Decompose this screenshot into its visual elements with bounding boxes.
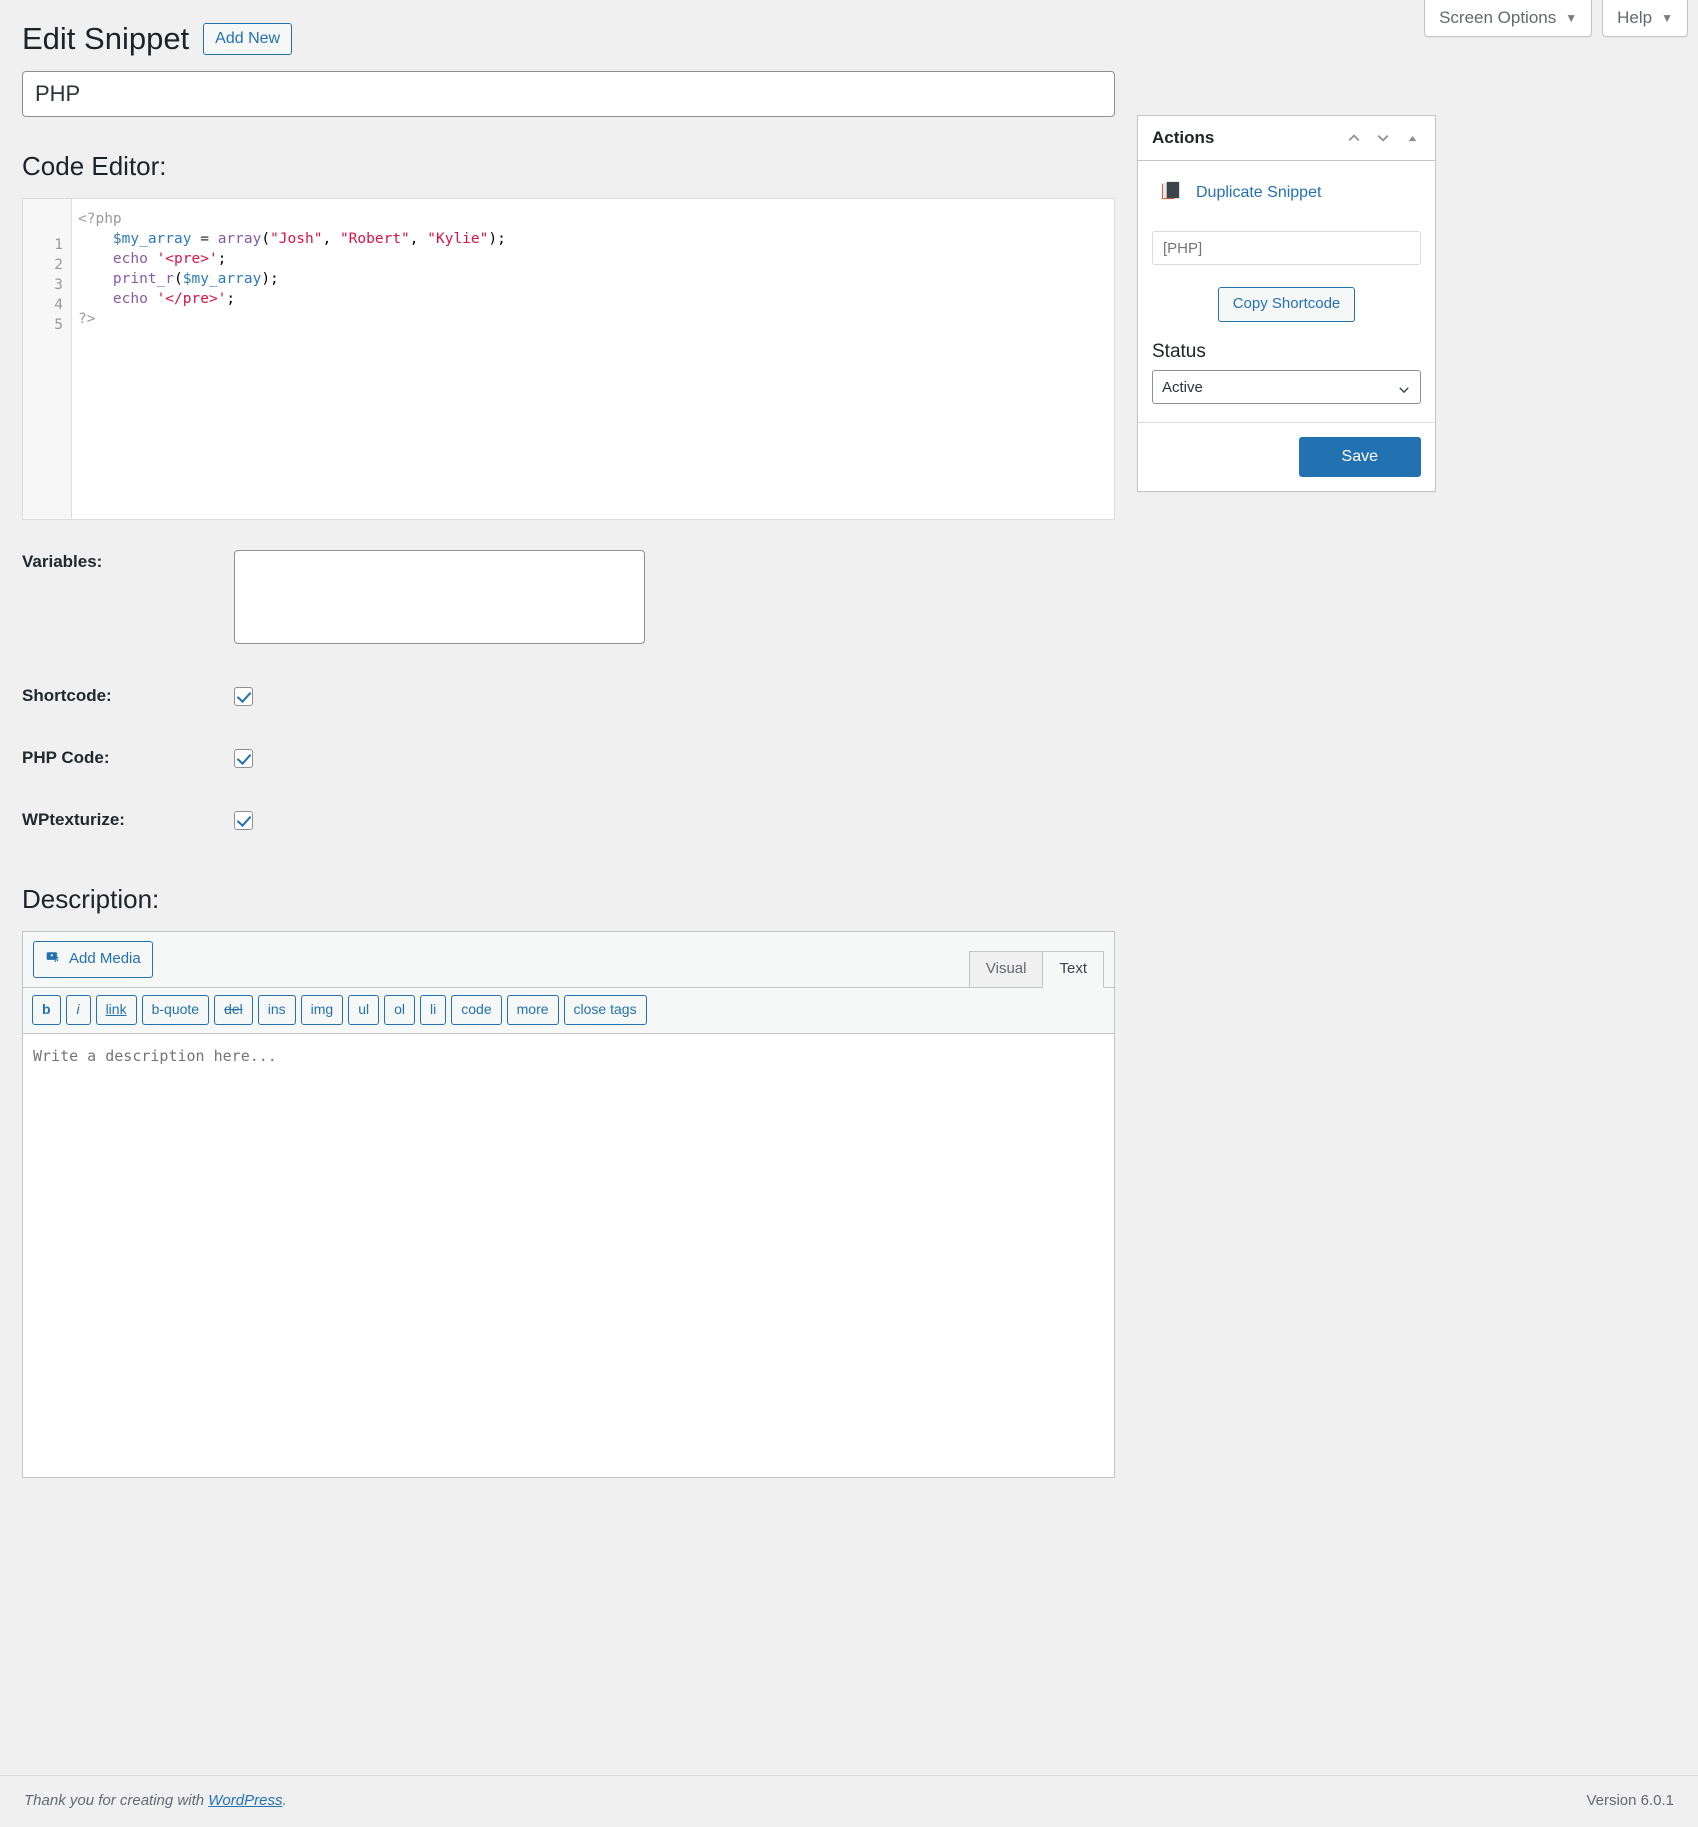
wptexturize-checkbox[interactable] [234, 810, 253, 830]
wordpress-link[interactable]: WordPress [208, 1792, 282, 1809]
quicktag-code[interactable]: code [451, 995, 502, 1025]
version-label: Version 6.0.1 [1586, 1792, 1674, 1809]
chevron-down-icon: ▼ [1661, 10, 1673, 25]
description-editor: Add Media Visual Text b i link b-quote d… [22, 931, 1115, 1478]
quicktag-more[interactable]: more [506, 995, 559, 1025]
actions-panel-title: Actions [1152, 128, 1215, 148]
page-title: Edit Snippet [22, 21, 190, 56]
quicktag-i[interactable]: i [65, 995, 91, 1025]
main-column: Code Editor: 1 2 3 4 5 <?php $my_array =… [22, 71, 1115, 1478]
screen-options-button[interactable]: Screen Options ▼ [1424, 0, 1593, 37]
footer-credit-suffix: . [282, 1792, 287, 1809]
copy-shortcode-button[interactable]: Copy Shortcode [1217, 287, 1356, 323]
actions-panel-body: Duplicate Snippet Copy Shortcode Status … [1138, 161, 1435, 422]
media-icon [45, 948, 62, 970]
code-gutter: 1 2 3 4 5 [23, 199, 72, 520]
quicktag-del[interactable]: del [214, 995, 253, 1025]
shortcode-row: Shortcode: [22, 686, 1115, 706]
duplicate-snippet-link[interactable]: Duplicate Snippet [1196, 184, 1321, 202]
quicktag-link[interactable]: link [95, 995, 137, 1025]
php-open-tag: <?php [78, 211, 122, 228]
editor-toolbar-top: Add Media Visual Text [23, 932, 1114, 989]
description-textarea[interactable] [23, 1032, 1114, 1477]
shortcode-checkbox[interactable] [234, 686, 253, 706]
variables-textarea[interactable] [234, 550, 645, 645]
add-media-label: Add Media [69, 950, 141, 968]
admin-topbar: Screen Options ▼ Help ▼ [1424, 0, 1688, 37]
quicktag-ins[interactable]: ins [257, 995, 296, 1025]
tab-visual[interactable]: Visual [968, 951, 1044, 989]
description-heading: Description: [22, 884, 160, 915]
variables-row: Variables: [22, 550, 1115, 645]
variables-label: Variables: [22, 552, 103, 572]
php-close-tag: ?> [78, 311, 96, 328]
tab-text[interactable]: Text [1043, 951, 1104, 989]
shortcode-input[interactable] [1152, 231, 1421, 266]
page-wrap: Edit Snippet Add New Code Editor: 1 2 3 … [0, 0, 1698, 1478]
footer-credit: Thank you for creating with WordPress. [24, 1792, 287, 1809]
save-button[interactable]: Save [1298, 437, 1421, 478]
screen-options-label: Screen Options [1439, 8, 1557, 27]
help-button[interactable]: Help ▼ [1602, 0, 1688, 37]
php-code-label: PHP Code: [22, 748, 110, 768]
status-select-wrap: Active Inactive [1152, 363, 1421, 405]
status-select[interactable]: Active Inactive [1152, 370, 1421, 405]
code-editor-heading: Code Editor: [22, 151, 167, 182]
duplicate-snippet-row[interactable]: Duplicate Snippet [1152, 175, 1421, 207]
shortcode-label: Shortcode: [22, 686, 112, 706]
line-number: 2 [54, 257, 63, 274]
line-number: 5 [54, 317, 63, 334]
code-editor[interactable]: 1 2 3 4 5 <?php $my_array = array("Josh"… [22, 198, 1115, 521]
move-down-icon[interactable] [1372, 127, 1394, 149]
quicktag-ol[interactable]: ol [384, 995, 416, 1025]
actions-panel-footer: Save [1138, 422, 1435, 492]
panel-controls [1343, 127, 1423, 149]
quicktags-toolbar: b i link b-quote del ins img ul ol li co… [23, 987, 1114, 1033]
quicktag-b-quote[interactable]: b-quote [141, 995, 210, 1025]
code-content[interactable]: <?php $my_array = array("Josh", "Robert"… [72, 199, 1114, 519]
content-columns: Code Editor: 1 2 3 4 5 <?php $my_array =… [22, 71, 1676, 1478]
line-number: 1 [54, 237, 63, 254]
php-code-row: PHP Code: [22, 748, 1115, 768]
quicktag-b[interactable]: b [32, 995, 61, 1025]
help-label: Help [1617, 8, 1653, 27]
add-new-button[interactable]: Add New [203, 22, 293, 55]
actions-panel: Actions Duplicate Snippet [PHP] Copy Sho… [1137, 115, 1436, 493]
quicktag-close-tags[interactable]: close tags [563, 995, 647, 1025]
collapse-panel-icon[interactable] [1401, 127, 1423, 149]
admin-footer: Thank you for creating with WordPress. V… [0, 1775, 1698, 1827]
actions-panel-header: Actions [1138, 116, 1435, 162]
wptexturize-row: WPtexturize: [22, 810, 1115, 830]
editor-mode-tabs: Visual Text [968, 951, 1104, 989]
duplicate-icon [1160, 179, 1183, 207]
quicktag-img[interactable]: img [300, 995, 344, 1025]
footer-credit-prefix: Thank you for creating with [24, 1792, 209, 1809]
move-up-icon[interactable] [1343, 127, 1365, 149]
php-code-checkbox[interactable] [234, 748, 253, 768]
line-number: 4 [54, 297, 63, 314]
quicktag-li[interactable]: li [420, 995, 447, 1025]
line-number: 3 [54, 277, 63, 294]
copy-shortcode-row: Copy Shortcode [1152, 287, 1421, 323]
status-label: Status [1152, 341, 1206, 363]
quicktag-ul[interactable]: ul [348, 995, 380, 1025]
add-media-button[interactable]: Add Media [33, 941, 153, 979]
sidebar-column: Actions Duplicate Snippet [PHP] Copy Sho… [1137, 71, 1436, 493]
snippet-title-input[interactable] [22, 71, 1115, 118]
wptexturize-label: WPtexturize: [22, 810, 125, 830]
chevron-down-icon: ▼ [1565, 10, 1578, 25]
